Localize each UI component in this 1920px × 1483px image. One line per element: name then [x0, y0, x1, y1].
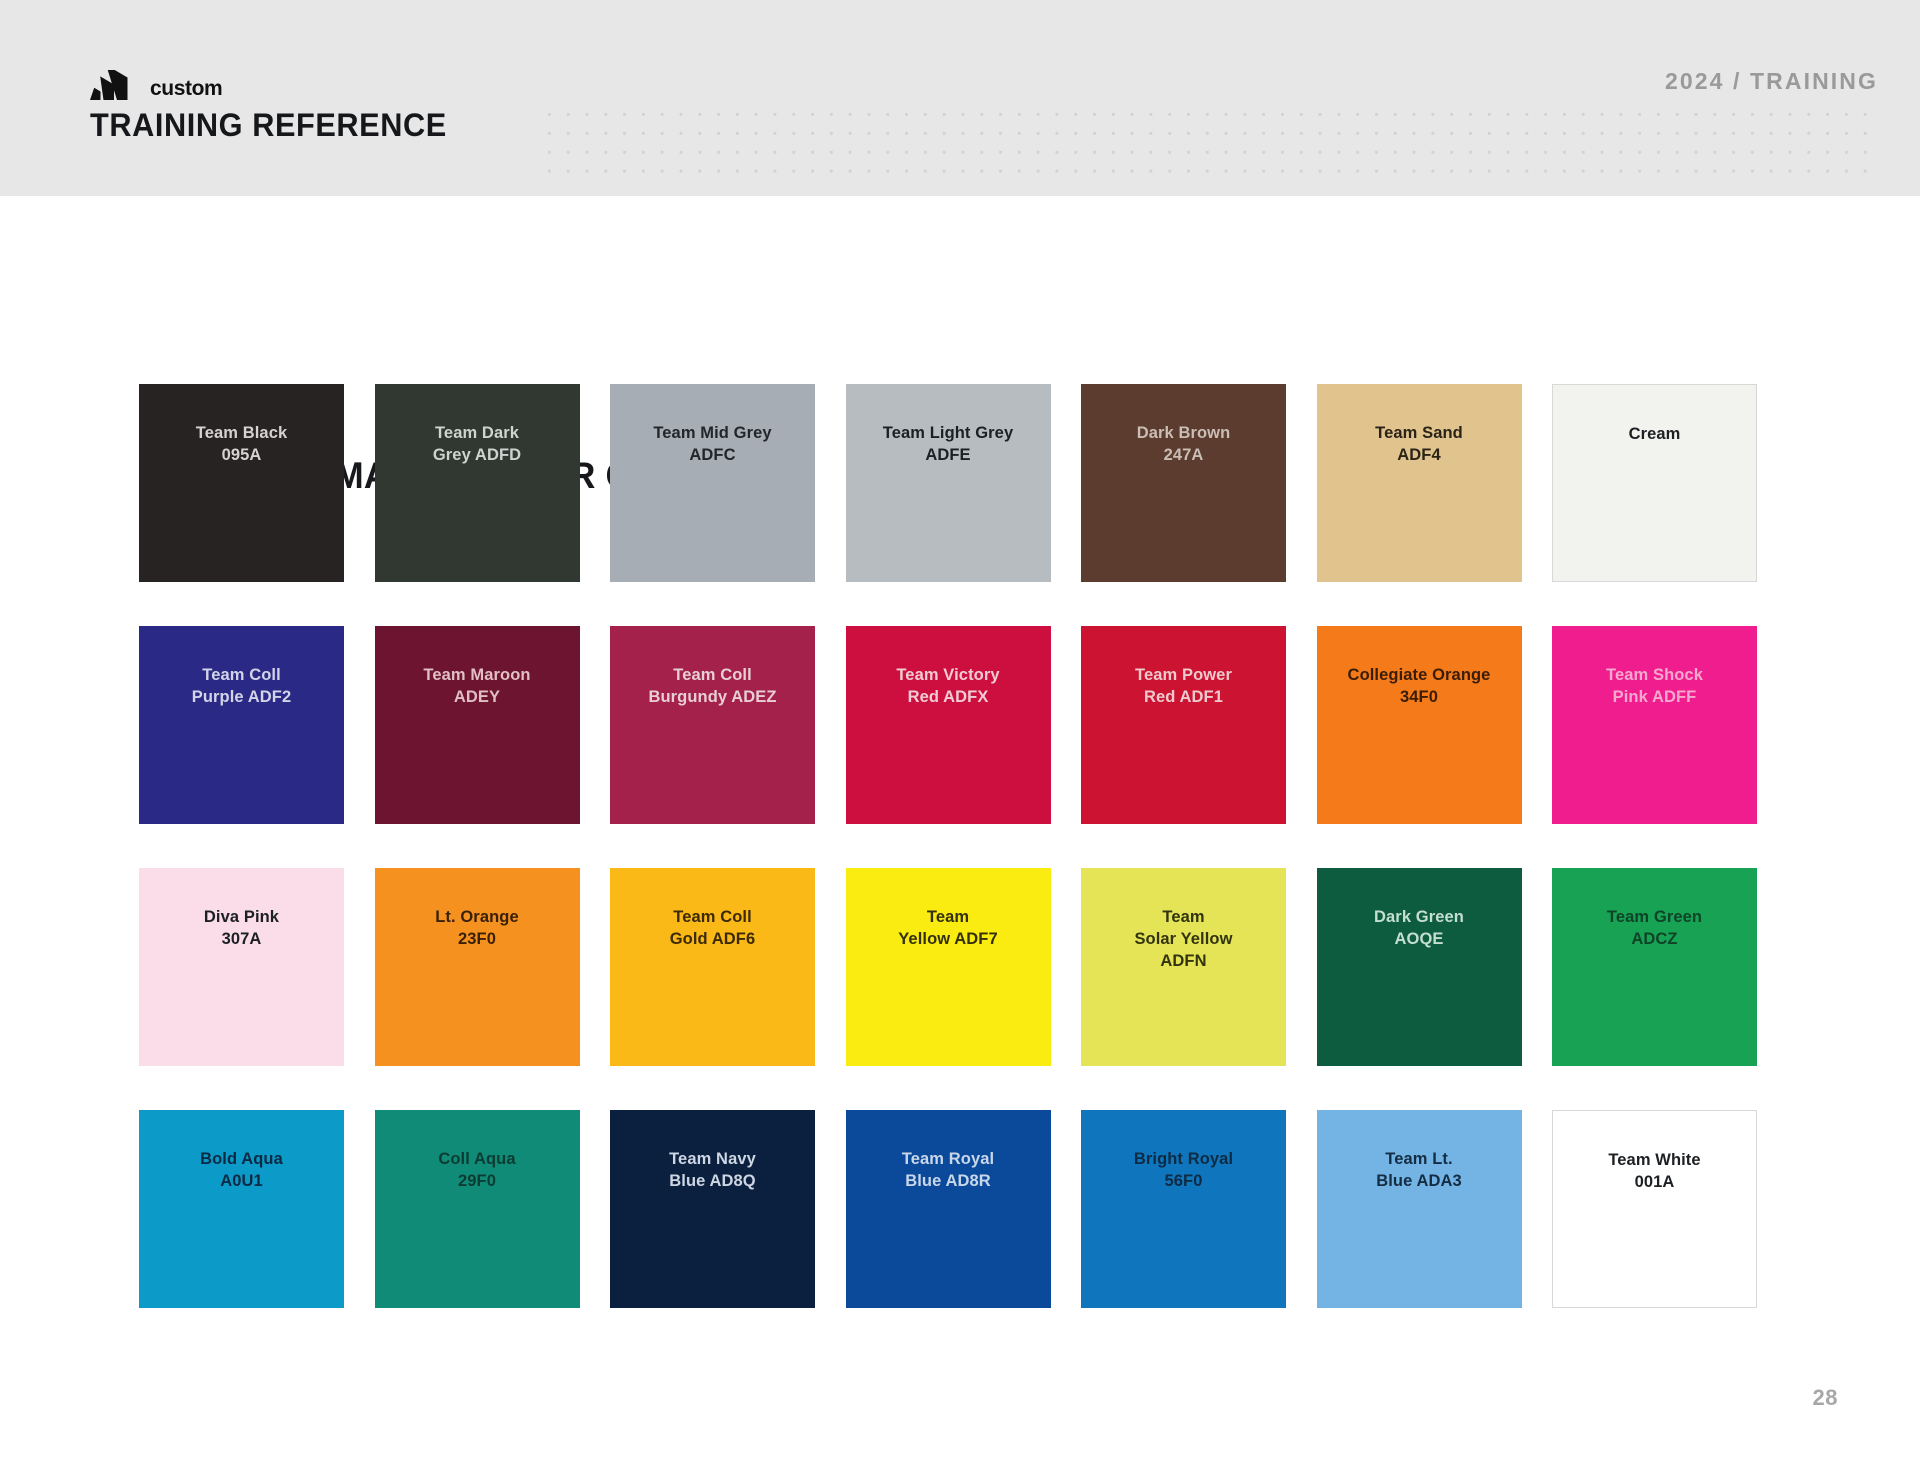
color-swatch-label: Team Mid Grey ADFC — [653, 424, 772, 464]
color-swatch[interactable]: Team Solar Yellow ADFN — [1081, 868, 1286, 1066]
color-swatch[interactable]: Team Royal Blue AD8R — [845, 1110, 1051, 1308]
color-swatch-label: Team Sand ADF4 — [1375, 424, 1463, 464]
color-swatch-label: Team Victory Red ADFX — [896, 666, 1000, 706]
page-main: SUBLIMATED COLOR OPTIONS Team Black 095A… — [0, 196, 1920, 1483]
color-swatch[interactable]: Collegiate Orange 34F0 — [1316, 626, 1522, 824]
color-swatch-label: Team Shock Pink ADFF — [1606, 666, 1703, 706]
logo-wordmark: custom — [150, 77, 223, 100]
color-swatch[interactable]: Dark Brown 247A — [1081, 384, 1286, 582]
color-swatch-label: Coll Aqua 29F0 — [438, 1150, 516, 1190]
color-swatch[interactable]: Bold Aqua A0U1 — [139, 1110, 344, 1308]
page-header: custom TRAINING REFERENCE 2024 / TRAININ… — [0, 0, 1920, 196]
color-swatch-label: Collegiate Orange 34F0 — [1347, 666, 1491, 706]
color-swatch-label: Team Coll Purple ADF2 — [191, 666, 292, 706]
color-swatch-label: Team Solar Yellow ADFN — [1134, 908, 1233, 970]
color-swatch[interactable]: Diva Pink 307A — [139, 868, 344, 1066]
color-swatch[interactable]: Team Green ADCZ — [1552, 868, 1757, 1066]
color-swatch[interactable]: Lt. Orange 23F0 — [374, 868, 580, 1066]
logo-row: custom — [90, 70, 462, 100]
color-swatch-label: Team Lt. Blue ADA3 — [1376, 1150, 1462, 1190]
color-swatch-label: Diva Pink 307A — [203, 908, 280, 948]
color-swatch-label: Lt. Orange 23F0 — [435, 908, 519, 948]
header-dot-pattern — [540, 105, 1867, 188]
color-swatch-label: Team Black 095A — [195, 424, 288, 464]
color-swatch-grid: Team Black 095A Team Dark Grey ADFD Team M… — [139, 384, 1820, 1308]
color-swatch[interactable]: Team Yellow ADF7 — [845, 868, 1051, 1066]
color-swatch[interactable]: Bright Royal 56F0 — [1081, 1110, 1286, 1308]
color-swatch[interactable]: Team Light Grey ADFE — [845, 384, 1051, 582]
color-swatch[interactable]: Team Coll Purple ADF2 — [139, 626, 344, 824]
color-swatch[interactable]: Coll Aqua 29F0 — [374, 1110, 580, 1308]
color-swatch-label: Team Coll Burgundy ADEZ — [648, 666, 777, 706]
page-number: 28 — [1812, 1385, 1838, 1410]
color-swatch-label: Dark Brown 247A — [1136, 424, 1231, 464]
color-swatch-label: Team Dark Grey ADFD — [432, 424, 522, 464]
color-swatch-label: Team Royal Blue AD8R — [901, 1150, 995, 1190]
color-swatch[interactable]: Team Mid Grey ADFC — [610, 384, 815, 582]
color-swatch-label: Team Coll Gold ADF6 — [669, 908, 756, 948]
color-swatch[interactable]: Team Power Red ADF1 — [1081, 626, 1286, 824]
color-swatch-label: Team Light Grey ADFE — [882, 424, 1014, 464]
color-swatch[interactable]: Team Shock Pink ADFF — [1552, 626, 1757, 824]
color-swatch[interactable]: Team Coll Gold ADF6 — [610, 868, 815, 1066]
color-swatch[interactable]: Dark Green AOQE — [1316, 868, 1522, 1066]
color-swatch[interactable]: Team Coll Burgundy ADEZ — [610, 626, 815, 824]
color-swatch[interactable]: Team Maroon ADEY — [374, 626, 580, 824]
color-swatch-label: Team White 001A — [1608, 1151, 1701, 1191]
color-swatch-label: Team Green ADCZ — [1606, 908, 1703, 948]
color-swatch-label: Team Yellow ADF7 — [898, 908, 998, 948]
brand-block: custom TRAINING REFERENCE — [90, 70, 462, 141]
header-title: TRAINING REFERENCE — [90, 107, 447, 143]
header-eyebrow: 2024 / TRAINING — [1665, 68, 1878, 94]
color-swatch-label: Dark Green AOQE — [1374, 908, 1464, 948]
color-swatch-label: Bright Royal 56F0 — [1133, 1150, 1234, 1190]
color-swatch[interactable]: Team White 001A — [1552, 1110, 1757, 1308]
color-swatch[interactable]: Team Dark Grey ADFD — [374, 384, 580, 582]
color-swatch[interactable]: Team Navy Blue AD8Q — [610, 1110, 815, 1308]
color-swatch-label: Cream — [1628, 425, 1681, 443]
color-swatch-label: Team Navy Blue AD8Q — [669, 1150, 756, 1190]
color-swatch-label: Team Maroon ADEY — [423, 666, 531, 706]
color-swatch[interactable]: Team Sand ADF4 — [1316, 384, 1522, 582]
color-swatch-label: Team Power Red ADF1 — [1135, 666, 1232, 706]
adidas-logo-icon — [90, 70, 142, 100]
color-swatch[interactable]: Cream — [1552, 384, 1757, 582]
color-swatch[interactable]: Team Victory Red ADFX — [845, 626, 1051, 824]
color-swatch[interactable]: Team Lt. Blue ADA3 — [1316, 1110, 1522, 1308]
color-swatch[interactable]: Team Black 095A — [139, 384, 344, 582]
color-swatch-label: Bold Aqua A0U1 — [200, 1150, 283, 1190]
